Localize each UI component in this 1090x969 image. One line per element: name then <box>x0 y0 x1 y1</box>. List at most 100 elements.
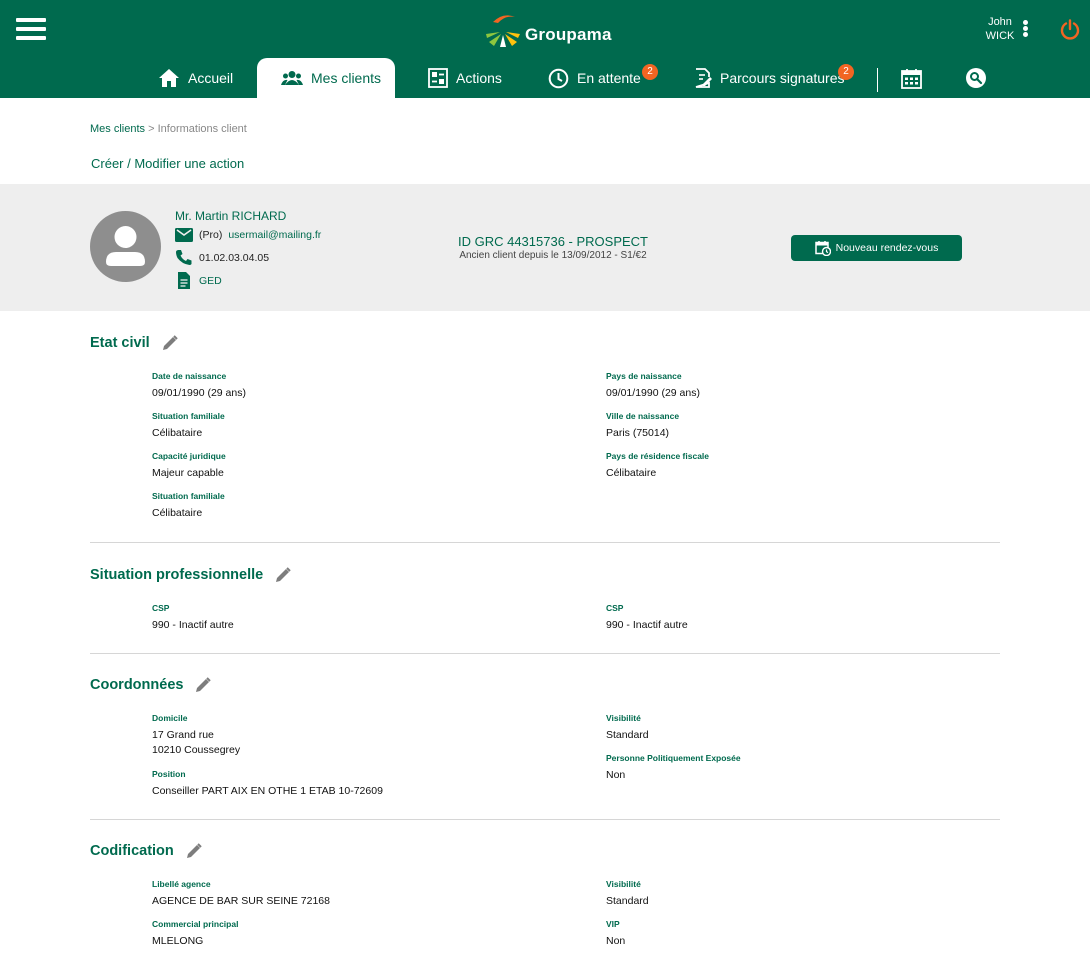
field-value: AGENCE DE BAR SUR SEINE 72168 <box>152 895 330 907</box>
coordonnees-label: Coordonnées <box>90 677 184 693</box>
field-label: Commercial principal <box>152 919 239 929</box>
field-label: CSP <box>152 603 170 613</box>
breadcrumb-separator: > <box>148 123 155 135</box>
field-value: Conseiller PART AIX EN OTHE 1 ETAB 10-72… <box>152 785 383 797</box>
tab-mes-clients[interactable]: Mes clients <box>257 58 395 98</box>
field-label: Ville de naissance <box>606 411 680 421</box>
edit-pencil-icon[interactable] <box>195 677 212 693</box>
groupama-logo[interactable]: Groupama <box>483 13 612 49</box>
tab-accueil-label: Accueil <box>188 70 234 86</box>
tab-en-attente-label: En attente <box>577 70 641 86</box>
user-avatar-icon <box>106 226 145 266</box>
create-modify-action-link[interactable]: Créer / Modifier une action <box>91 156 244 171</box>
home-icon <box>159 69 179 87</box>
field-ville-naissance: Ville de naissance Paris (75014) <box>606 411 679 441</box>
etat-civil-label: Etat civil <box>90 335 150 351</box>
section-coordonnees-title: Coordonnées <box>90 677 212 693</box>
client-phone[interactable]: 01.02.03.04.05 <box>199 252 269 264</box>
user-first-name: John <box>988 16 1012 28</box>
groupama-logo-mark-icon <box>486 15 520 47</box>
client-name: Mr. Martin RICHARD <box>175 209 287 223</box>
field-label: Pays de naissance <box>606 371 682 381</box>
field-value: 09/01/1990 (29 ans) <box>606 387 700 399</box>
menu-icon[interactable] <box>16 18 46 40</box>
tab-actions-label: Actions <box>456 70 502 86</box>
breadcrumb-current: Informations client <box>157 123 247 135</box>
field-value: Paris (75014) <box>606 427 670 439</box>
field-position: Position Conseiller PART AIX EN OTHE 1 E… <box>152 769 383 799</box>
ged-link[interactable]: GED <box>199 275 222 287</box>
search-button[interactable] <box>965 58 995 98</box>
field-label: VIP <box>606 919 620 929</box>
field-value: Célibataire <box>152 507 203 519</box>
field-label: Situation familiale <box>152 491 225 501</box>
field-label: Domicile <box>152 713 188 723</box>
calendar-button[interactable] <box>901 58 930 98</box>
field-value: Majeur capable <box>152 467 224 479</box>
field-label: Personne Politiquement Exposée <box>606 753 741 763</box>
nav-separator <box>877 68 878 92</box>
tab-en-attente[interactable]: En attente <box>548 58 641 98</box>
signature-icon <box>695 68 712 88</box>
new-appointment-button[interactable]: Nouveau rendez-vous <box>791 235 962 261</box>
tab-mes-clients-label: Mes clients <box>311 70 382 86</box>
logo-text: Groupama <box>525 25 612 44</box>
field-commercial-principal: Commercial principal MLELONG <box>152 919 238 949</box>
client-grc-block: ID GRC 44315736 - PROSPECT Ancien client… <box>400 234 706 261</box>
breadcrumb: Mes clients > Informations client <box>90 123 247 135</box>
tab-actions[interactable]: Actions <box>428 58 502 98</box>
breadcrumb-mes-clients[interactable]: Mes clients <box>90 123 145 135</box>
email-icon <box>175 228 193 242</box>
field-value: Standard <box>606 895 649 907</box>
field-libelle-agence: Libellé agence AGENCE DE BAR SUR SEINE 7… <box>152 879 330 909</box>
field-value: 990 - Inactif autre <box>152 619 234 631</box>
client-since: Ancien client depuis le 13/09/2012 - S1/… <box>459 250 647 261</box>
field-domicile: Domicile 17 Grand rue 10210 Coussegrey <box>152 713 240 758</box>
user-name[interactable]: John WICK <box>980 15 1020 43</box>
clock-icon <box>548 68 569 88</box>
parcours-signatures-badge: 2 <box>838 64 854 80</box>
field-situation-familiale: Situation familiale Célibataire <box>152 411 225 441</box>
field-value: Célibataire <box>152 427 203 439</box>
field-pays-naissance: Pays de naissance 09/01/1990 (29 ans) <box>606 371 700 401</box>
field-csp: CSP 990 - Inactif autre <box>152 603 234 633</box>
field-capacite-juridique: Capacité juridique Majeur capable <box>152 451 226 481</box>
client-email-link[interactable]: usermail@mailing.fr <box>228 229 321 241</box>
edit-pencil-icon[interactable] <box>275 567 291 583</box>
field-value: 990 - Inactif autre <box>606 619 688 631</box>
user-last-name: WICK <box>985 30 1015 42</box>
field-csp-2: CSP 990 - Inactif autre <box>606 603 688 633</box>
power-icon[interactable] <box>1059 18 1081 40</box>
main-nav: Accueil Mes clients Actions En attente 2… <box>0 58 1090 98</box>
section-divider <box>90 653 1000 654</box>
more-options-icon[interactable] <box>1023 20 1031 38</box>
field-visibilite-codification: Visibilité Standard <box>606 879 649 909</box>
avatar <box>90 211 161 282</box>
field-situation-familiale-2: Situation familiale Célibataire <box>152 491 225 521</box>
field-visibilite: Visibilité Standard <box>606 713 649 743</box>
search-icon <box>966 68 986 88</box>
edit-pencil-icon[interactable] <box>186 843 202 859</box>
tab-accueil[interactable]: Accueil <box>158 58 233 98</box>
field-date-naissance: Date de naissance 09/01/1990 (29 ans) <box>152 371 246 401</box>
field-value: Non <box>606 769 626 781</box>
field-value: Célibataire <box>606 467 657 479</box>
section-etat-civil-title: Etat civil <box>90 335 178 351</box>
field-label: Visibilité <box>606 713 641 723</box>
section-divider <box>90 542 1000 543</box>
field-label: Visibilité <box>606 879 641 889</box>
actions-icon <box>428 68 448 88</box>
section-situation-pro-title: Situation professionnelle <box>90 567 291 583</box>
field-label: Pays de résidence fiscale <box>606 451 710 461</box>
email-type: (Pro) <box>199 229 223 241</box>
tab-parcours-signatures[interactable]: Parcours signatures <box>694 58 845 98</box>
new-appointment-label: Nouveau rendez-vous <box>835 242 939 254</box>
field-value: Non <box>606 935 626 947</box>
field-label: Capacité juridique <box>152 451 226 461</box>
field-label: Libellé agence <box>152 879 211 889</box>
field-label: CSP <box>606 603 624 613</box>
field-label: Date de naissance <box>152 371 227 381</box>
field-personne-politiquement-exposee: Personne Politiquement Exposée Non <box>606 753 741 783</box>
field-label: Situation familiale <box>152 411 225 421</box>
edit-pencil-icon[interactable] <box>162 335 178 351</box>
